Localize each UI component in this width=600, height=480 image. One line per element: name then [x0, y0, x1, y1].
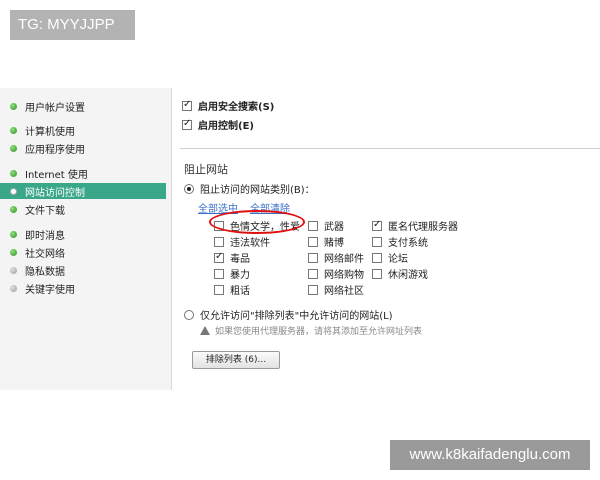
- status-dot-icon: [10, 144, 17, 152]
- sidebar-item-computer-usage[interactable]: 计算机使用: [0, 122, 166, 138]
- sidebar-item-label: 隐私数据: [25, 266, 65, 278]
- sidebar-item-label: 社交网络: [25, 248, 65, 260]
- category-anonymous-proxy-checkbox[interactable]: 匿名代理服务器: [372, 218, 458, 233]
- status-dot-icon: [10, 187, 17, 195]
- category-label: 匿名代理服务器: [388, 222, 458, 233]
- status-dot-icon: [10, 126, 17, 134]
- proxy-warning-text: 如果您使用代理服务器，请将其添加至允许网址列表: [215, 327, 423, 337]
- category-violence-checkbox[interactable]: 暴力: [214, 266, 250, 281]
- category-label: 支付系统: [388, 238, 428, 249]
- category-label: 网络社区: [324, 286, 364, 297]
- category-label: 网络购物: [324, 270, 364, 281]
- status-dot-icon: [10, 169, 17, 177]
- safe-search-checkbox[interactable]: 启用安全搜索(S): [182, 98, 274, 113]
- sidebar-item-social-networks[interactable]: 社交网络: [0, 244, 166, 260]
- category-online-community-checkbox[interactable]: 网络社区: [308, 282, 364, 297]
- checkbox-box[interactable]: [308, 268, 318, 279]
- checkbox-box[interactable]: [372, 252, 382, 263]
- category-label: 网络邮件: [324, 254, 364, 265]
- sidebar-item-internet-usage[interactable]: Internet 使用: [0, 165, 166, 181]
- sidebar-item-label: 关键字使用: [25, 284, 75, 296]
- sidebar-item-label: 计算机使用: [25, 126, 75, 138]
- block-categories-label: 阻止访问的网站类别(B)：: [200, 185, 315, 196]
- category-label: 毒品: [230, 254, 250, 265]
- status-dot-icon: [10, 205, 17, 213]
- sidebar-item-label: 应用程序使用: [25, 144, 85, 156]
- sidebar-item-label: 用户帐户设置: [25, 102, 85, 114]
- checkbox-box[interactable]: [308, 284, 318, 295]
- watermark-top: TG: MYYJJPP: [10, 10, 135, 40]
- category-webmail-checkbox[interactable]: 网络邮件: [308, 250, 364, 265]
- checkbox-box[interactable]: [372, 236, 382, 247]
- sidebar-item-label: 即时消息: [25, 230, 65, 242]
- proxy-warning: 如果您使用代理服务器，请将其添加至允许网址列表: [200, 324, 422, 337]
- category-label: 赌博: [324, 238, 344, 249]
- sidebar-item-application-usage[interactable]: 应用程序使用: [0, 140, 166, 156]
- warning-icon: [200, 326, 210, 335]
- enable-control-checkbox[interactable]: 启用控制(E): [182, 117, 254, 132]
- checkbox-box[interactable]: [372, 268, 382, 279]
- category-forums-checkbox[interactable]: 论坛: [372, 250, 408, 265]
- checkbox-box[interactable]: [182, 99, 192, 111]
- exclusion-list-button[interactable]: 排除列表 (6)...: [192, 351, 280, 369]
- category-profanity-checkbox[interactable]: 粗话: [214, 282, 250, 297]
- checkbox-box[interactable]: [182, 118, 192, 130]
- sidebar-item-website-access-control[interactable]: 网站访问控制: [0, 183, 166, 199]
- category-illegal-software-checkbox[interactable]: 违法软件: [214, 234, 270, 249]
- checkbox-box[interactable]: [214, 251, 224, 263]
- parental-control-window: 用户帐户设置 计算机使用 应用程序使用 Internet 使用 网站访问控制 文…: [0, 88, 600, 390]
- category-label: 粗话: [230, 286, 250, 297]
- main-panel: 启用安全搜索(S) 启用控制(E) 阻止网站 阻止访问的网站类别(B)： 全部选…: [172, 88, 600, 390]
- allow-only-exclusion-radio[interactable]: 仅允许访问"排除列表"中允许访问的网站(L): [184, 307, 393, 322]
- category-casual-games-checkbox[interactable]: 休闲游戏: [372, 266, 428, 281]
- category-payment-systems-checkbox[interactable]: 支付系统: [372, 234, 428, 249]
- sidebar-item-label: 网站访问控制: [25, 187, 85, 199]
- radio-button[interactable]: [184, 183, 194, 194]
- block-categories-radio[interactable]: 阻止访问的网站类别(B)：: [184, 181, 315, 196]
- category-label: 武器: [324, 222, 344, 233]
- checkbox-box[interactable]: [214, 284, 224, 295]
- allow-only-exclusion-label: 仅允许访问"排除列表"中允许访问的网站(L): [200, 311, 393, 322]
- safe-search-label: 启用安全搜索(S): [198, 102, 275, 113]
- checkbox-box[interactable]: [308, 252, 318, 263]
- red-highlight-circle: [209, 210, 305, 234]
- checkbox-box[interactable]: [372, 219, 382, 231]
- divider: [180, 148, 600, 149]
- category-online-shopping-checkbox[interactable]: 网络购物: [308, 266, 364, 281]
- block-sites-heading: 阻止网站: [184, 163, 228, 176]
- sidebar-item-file-downloads[interactable]: 文件下载: [0, 201, 166, 217]
- sidebar-item-user-account[interactable]: 用户帐户设置: [0, 98, 166, 114]
- category-drugs-checkbox[interactable]: 毒品: [214, 250, 250, 265]
- checkbox-box[interactable]: [214, 268, 224, 279]
- category-label: 违法软件: [230, 238, 270, 249]
- checkbox-box[interactable]: [308, 236, 318, 247]
- status-dot-icon: [10, 266, 17, 274]
- sidebar: 用户帐户设置 计算机使用 应用程序使用 Internet 使用 网站访问控制 文…: [0, 88, 172, 390]
- enable-control-label: 启用控制(E): [198, 121, 254, 132]
- sidebar-item-label: Internet 使用: [25, 169, 88, 181]
- sidebar-item-private-data[interactable]: 隐私数据: [0, 262, 166, 278]
- sidebar-item-keyword-usage[interactable]: 关键字使用: [0, 280, 166, 296]
- radio-button[interactable]: [184, 309, 194, 320]
- status-dot-icon: [10, 248, 17, 256]
- category-weapons-checkbox[interactable]: 武器: [308, 218, 344, 233]
- status-dot-icon: [10, 230, 17, 238]
- category-label: 论坛: [388, 254, 408, 265]
- category-label: 暴力: [230, 270, 250, 281]
- status-dot-icon: [10, 284, 17, 292]
- watermark-bottom: www.k8kaifadenglu.com: [390, 440, 590, 470]
- sidebar-item-label: 文件下载: [25, 205, 65, 217]
- category-gambling-checkbox[interactable]: 赌博: [308, 234, 344, 249]
- sidebar-item-instant-messaging[interactable]: 即时消息: [0, 226, 166, 242]
- status-dot-icon: [10, 102, 17, 110]
- checkbox-box[interactable]: [308, 220, 318, 231]
- checkbox-box[interactable]: [214, 236, 224, 247]
- category-label: 休闲游戏: [388, 270, 428, 281]
